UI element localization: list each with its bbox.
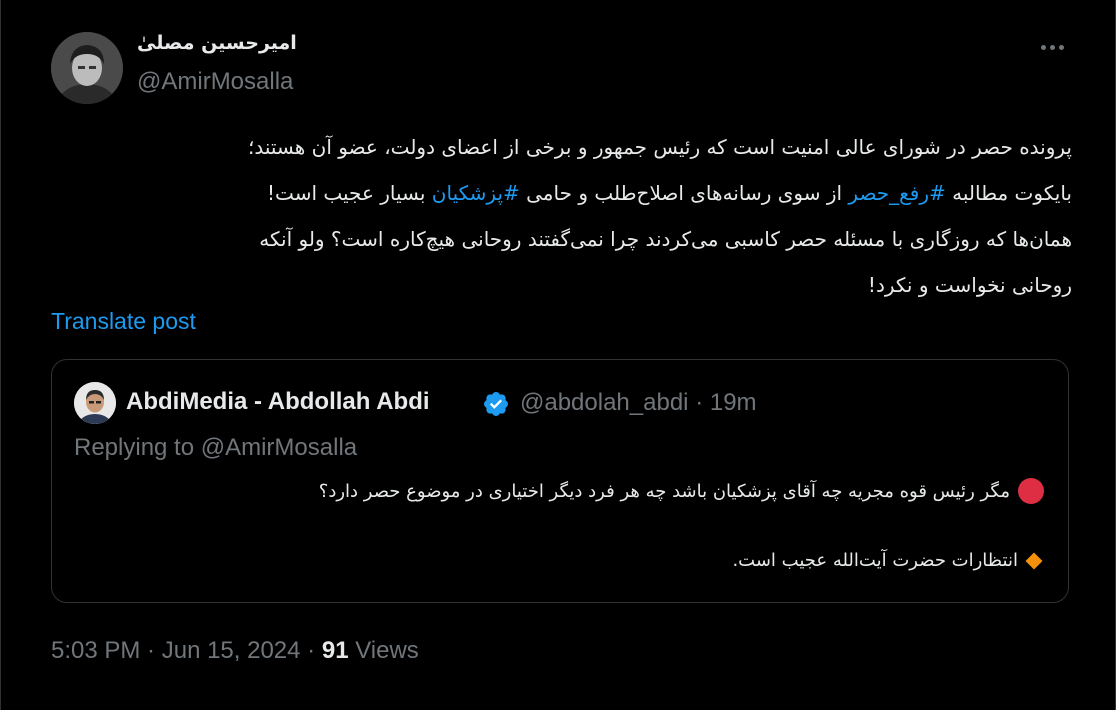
quote-text-1: مگر رئیس قوه مجریه چه آقای پزشکیان باشد …	[318, 480, 1010, 502]
user-photo-icon	[74, 382, 116, 424]
text-segment: بسیار عجیب است!	[267, 181, 432, 205]
quoted-post-card[interactable]: AbdiMedia - Abdollah Abdi @abdolah_abdi …	[51, 359, 1069, 603]
views-count: 91	[321, 637, 349, 664]
post-text-line-4: روحانی نخواست و نکرد!	[867, 273, 1072, 297]
replying-to-label: Replying to @AmirMosalla	[74, 434, 358, 461]
quote-author-name[interactable]: AbdiMedia - Abdollah Abdi	[126, 388, 430, 416]
quote-text-line-1: مگر رئیس قوه مجریه چه آقای پزشکیان باشد …	[319, 478, 1044, 504]
author-avatar[interactable]	[51, 32, 123, 104]
orange-diamond-icon	[1025, 552, 1043, 569]
post-text-line-1: پرونده حصر در شورای عالی امنیت است که رئ…	[247, 135, 1072, 159]
more-options-icon[interactable]	[1032, 32, 1072, 62]
post-time[interactable]: 5:03 PM	[51, 637, 140, 664]
quote-meta: @abdolah_abdi · 19m	[520, 389, 757, 417]
hashtag-link[interactable]: #پزشکیان	[432, 181, 520, 205]
quote-text-line-2: انتظارات حضرت آیت‌الله عجیب است.	[732, 550, 1044, 571]
footer-separator: ·	[300, 637, 322, 664]
translate-post-link[interactable]: Translate post	[51, 308, 196, 335]
footer-separator: ·	[140, 637, 162, 664]
post-detail: امیرحسین مصلیٰ @AmirMosalla پرونده حصر د…	[0, 0, 1116, 710]
red-circle-icon	[1018, 478, 1044, 504]
verified-badge-icon	[484, 392, 508, 416]
quote-author-avatar[interactable]	[74, 382, 116, 424]
text-segment: از سوی رسانه‌های اصلاح‌طلب و حامی	[519, 181, 849, 205]
quote-text-2: انتظارات حضرت آیت‌الله عجیب است.	[732, 550, 1018, 571]
left-border	[0, 0, 1, 710]
meta-separator: ·	[695, 389, 704, 416]
author-handle[interactable]: @AmirMosalla	[137, 68, 293, 96]
post-text: پرونده حصر در شورای عالی امنیت است که رئ…	[42, 124, 1072, 308]
user-photo-icon	[51, 32, 123, 104]
text-segment: بایکوت مطالبه	[945, 181, 1072, 205]
post-text-line-3: همان‌ها که روزگاری با مسئله حصر کاسبی می…	[259, 227, 1072, 251]
post-text-line-2: بایکوت مطالبه #رفع_حصر از سوی رسانه‌های …	[42, 170, 1072, 216]
post-date[interactable]: Jun 15, 2024	[162, 637, 301, 664]
author-display-name[interactable]: امیرحسین مصلیٰ	[137, 32, 297, 54]
quote-timestamp[interactable]: 19m	[710, 389, 757, 416]
views-label: Views	[348, 637, 419, 664]
hashtag-link[interactable]: #رفع_حصر	[848, 181, 945, 205]
quote-handle[interactable]: @abdolah_abdi	[520, 389, 689, 416]
post-footer: 5:03 PM · Jun 15, 2024 · 91 Views	[51, 637, 419, 665]
